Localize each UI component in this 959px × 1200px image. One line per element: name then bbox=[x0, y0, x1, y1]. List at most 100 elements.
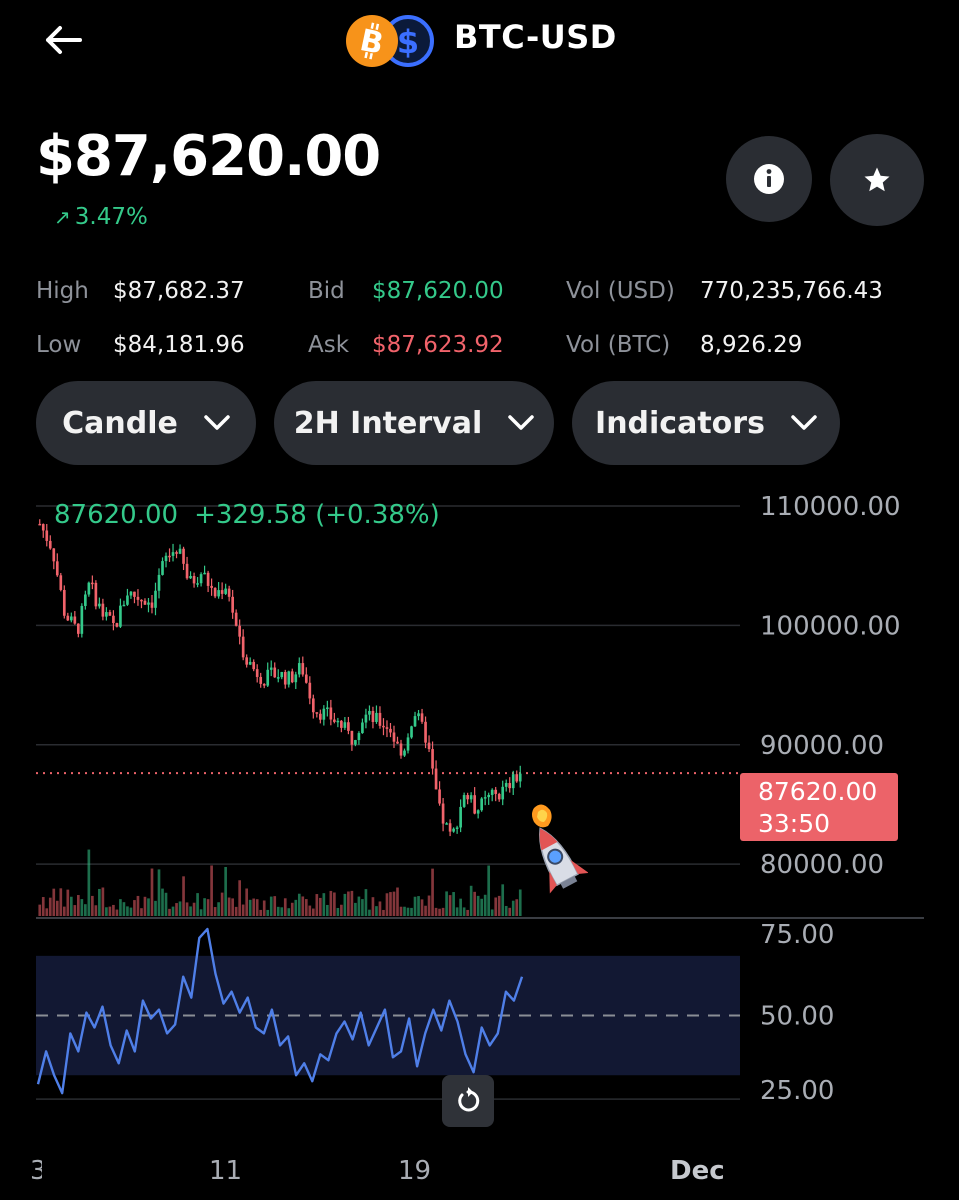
volume-bar bbox=[501, 884, 505, 916]
candle-body bbox=[508, 783, 512, 789]
candle-body bbox=[403, 750, 406, 756]
candle-body bbox=[455, 827, 459, 829]
candle-body bbox=[487, 794, 491, 798]
volume-bar bbox=[399, 906, 403, 916]
vol-usd-value: 770,235,766.43 bbox=[700, 278, 883, 304]
volume-bar bbox=[336, 907, 340, 916]
candle-body bbox=[283, 671, 287, 685]
candle-body bbox=[213, 587, 217, 597]
volume-bar bbox=[455, 907, 459, 916]
volume-bar bbox=[466, 909, 469, 916]
volume-bar bbox=[487, 865, 491, 916]
candle-body bbox=[178, 548, 182, 554]
candle-body bbox=[501, 786, 505, 800]
ohlc-change: +329.58 (+0.38%) bbox=[194, 500, 440, 530]
volume-bar bbox=[518, 889, 522, 916]
price-change: ↗ 3.47% bbox=[54, 204, 148, 230]
volume-bar bbox=[375, 906, 378, 916]
candle-body bbox=[108, 612, 112, 616]
volume-bar bbox=[469, 885, 473, 916]
candle-body bbox=[41, 524, 45, 531]
volume-bar bbox=[364, 889, 368, 916]
volume-bar bbox=[157, 869, 161, 916]
volume-bar bbox=[147, 898, 150, 916]
candle-body bbox=[245, 657, 249, 665]
candle-body bbox=[147, 602, 150, 605]
candle-body bbox=[248, 661, 252, 665]
volume-bar bbox=[508, 907, 512, 916]
candle-body bbox=[483, 797, 487, 799]
candle-body bbox=[140, 599, 143, 602]
indicators-dropdown[interactable]: Indicators bbox=[572, 381, 840, 465]
volume-bar bbox=[392, 891, 396, 916]
volume-bar bbox=[406, 907, 410, 916]
volume-bar bbox=[126, 906, 129, 916]
svg-text:$: $ bbox=[397, 23, 419, 61]
arrow-left-icon bbox=[46, 26, 82, 54]
candle-body bbox=[322, 708, 326, 720]
candle-body bbox=[424, 721, 427, 743]
candle-body bbox=[164, 555, 168, 562]
volume-bar bbox=[140, 908, 143, 916]
candle-body bbox=[515, 774, 519, 782]
candle-body bbox=[196, 583, 199, 585]
candle-body bbox=[308, 682, 312, 699]
candle-body bbox=[343, 722, 347, 728]
y-tick-label: 100000.00 bbox=[760, 611, 901, 641]
volume-bar bbox=[69, 896, 73, 916]
candle-body bbox=[224, 588, 227, 594]
candle-body bbox=[480, 798, 483, 811]
volume-bar bbox=[98, 888, 101, 916]
volume-bar bbox=[403, 906, 406, 916]
price-change-value: 3.47% bbox=[74, 204, 148, 230]
candle-body bbox=[168, 555, 171, 558]
vol-btc-value: 8,926.29 bbox=[700, 332, 803, 358]
candle-body bbox=[80, 605, 84, 634]
candle-body bbox=[150, 602, 154, 608]
chart-type-dropdown[interactable]: Candle bbox=[36, 381, 256, 465]
volume-bar bbox=[196, 893, 199, 916]
volume-bar bbox=[227, 897, 231, 916]
volume-bar bbox=[315, 894, 319, 916]
volume-bar bbox=[266, 909, 270, 916]
candle-body bbox=[364, 714, 368, 723]
volume-bar bbox=[515, 899, 519, 916]
volume-bar bbox=[154, 900, 157, 916]
candle-body bbox=[399, 743, 403, 756]
info-button[interactable] bbox=[726, 136, 812, 222]
candle-body bbox=[112, 615, 115, 624]
candle-body bbox=[84, 594, 87, 606]
bid-label: Bid bbox=[308, 278, 345, 304]
volume-bar bbox=[224, 866, 227, 916]
candle-body bbox=[266, 669, 270, 686]
candle-body bbox=[87, 582, 91, 595]
volume-bar bbox=[234, 906, 238, 916]
candle-body bbox=[238, 625, 241, 637]
volume-bar bbox=[105, 907, 108, 916]
back-button[interactable] bbox=[40, 20, 86, 60]
candle-body bbox=[385, 727, 389, 729]
volume-bar bbox=[185, 902, 189, 916]
candle-body bbox=[410, 726, 413, 738]
candle-body bbox=[185, 563, 189, 579]
candle-body bbox=[333, 719, 336, 722]
volume-bar bbox=[87, 849, 91, 916]
candle-body bbox=[294, 674, 298, 683]
volume-bar bbox=[269, 896, 273, 916]
volume-bar bbox=[273, 896, 277, 916]
y-tick-label: 110000.00 bbox=[760, 492, 901, 522]
interval-dropdown[interactable]: 2H Interval bbox=[274, 381, 554, 465]
volume-bar bbox=[280, 907, 284, 916]
candle-body bbox=[518, 773, 522, 782]
candle-body bbox=[38, 523, 42, 526]
candle-body bbox=[119, 605, 122, 627]
candle-body bbox=[241, 636, 245, 658]
volume-bar bbox=[427, 895, 431, 916]
candle-body bbox=[62, 589, 66, 616]
candle-body bbox=[91, 582, 94, 585]
favorite-button[interactable] bbox=[830, 134, 924, 226]
candle-body bbox=[129, 591, 133, 596]
candle-body bbox=[301, 663, 305, 675]
volume-bar bbox=[350, 890, 354, 916]
reset-zoom-button[interactable] bbox=[442, 1075, 494, 1127]
